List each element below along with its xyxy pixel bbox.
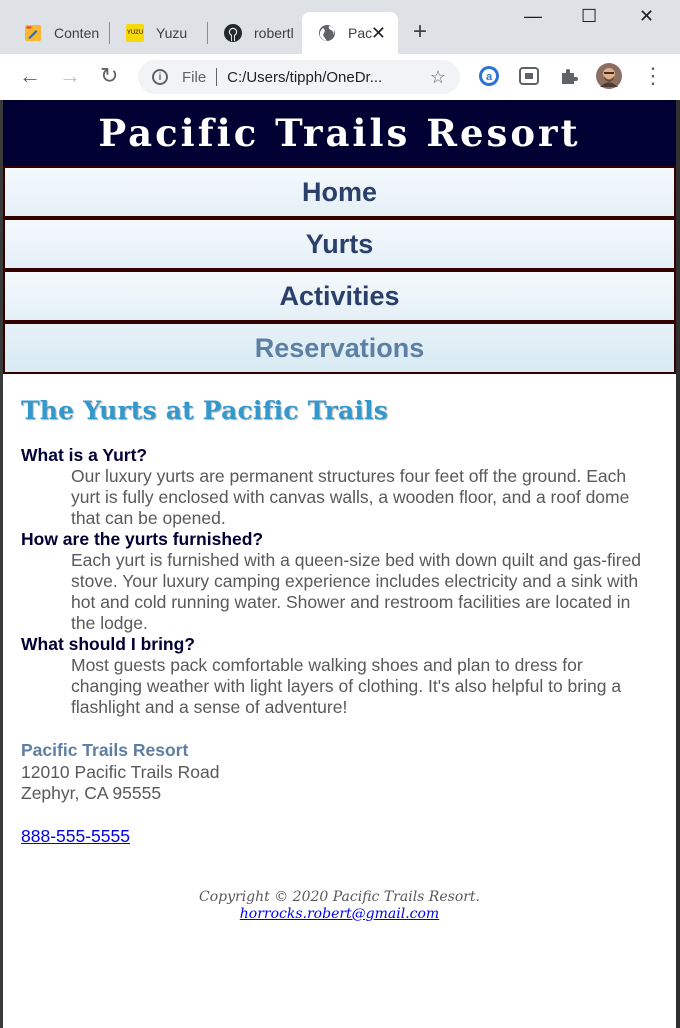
info-icon[interactable]: i — [152, 69, 168, 85]
profile-avatar[interactable] — [596, 63, 622, 89]
tab-content[interactable]: Conten — [8, 12, 110, 54]
faq-question: What is a Yurt? — [21, 445, 148, 465]
faq-question: What should I bring? — [21, 634, 196, 654]
forward-arrow-icon[interactable]: → — [59, 62, 81, 90]
copyright-text: Copyright © 2020 Pacific Trails Resort. — [198, 888, 481, 905]
site-banner: Pacific Trails Resort — [3, 100, 676, 166]
new-tab-button[interactable]: + — [413, 18, 427, 46]
address-divider — [216, 68, 218, 86]
faq-answer: Our luxury yurts are permanent structure… — [71, 466, 630, 528]
browser-toolbar: ← → ↻ i File C:/Users/tipph/OneDr... ☆ a… — [0, 54, 680, 100]
extensions-puzzle-icon[interactable] — [557, 64, 581, 88]
page-heading: The Yurts at Pacific Trails — [21, 396, 389, 425]
close-tab-icon[interactable]: ✕ — [371, 23, 386, 44]
bookmark-star-icon[interactable]: ☆ — [430, 67, 446, 88]
tab-yuzu[interactable]: YUZU Yuzu — [110, 12, 208, 54]
contact-city: Zephyr, CA 95555 — [21, 783, 162, 803]
browser-menu-icon[interactable]: ⋮ — [642, 62, 664, 90]
tab-label: robertl — [254, 25, 294, 41]
contact-street: 12010 Pacific Trails Road — [21, 761, 220, 782]
back-arrow-icon[interactable]: ← — [19, 62, 41, 90]
maximize-icon[interactable]: ☐ — [581, 6, 597, 27]
tab-label: Conten — [54, 25, 100, 41]
github-icon — [224, 24, 242, 42]
url-text[interactable]: C:/Users/tipph/OneDr... — [227, 69, 417, 86]
minimize-icon[interactable]: — — [524, 6, 542, 27]
yuzu-icon-text: YUZU — [126, 30, 144, 36]
nav-link-activities[interactable]: Activities — [5, 272, 674, 320]
faq-question: How are the yurts furnished? — [21, 529, 264, 549]
web-page: Pacific Trails Resort Home Yurts Activit… — [3, 100, 676, 1028]
close-window-icon[interactable]: ✕ — [639, 6, 654, 27]
tab-github[interactable]: robertl — [208, 12, 302, 54]
pencil-icon — [24, 24, 42, 42]
contact-name: Pacific Trails Resort — [21, 740, 189, 760]
address-bar[interactable]: i File C:/Users/tipph/OneDr... ☆ — [138, 60, 460, 94]
contact-block: Pacific Trails Resort 12010 Pacific Trai… — [21, 740, 658, 805]
phone-link[interactable]: 888-555-5555 — [21, 826, 130, 847]
browser-chrome: Conten YUZU Yuzu robertl Pac ✕ + — ☐ ✕ ←… — [0, 0, 680, 100]
svg-text:a: a — [486, 71, 493, 83]
nav-link-home[interactable]: Home — [5, 168, 674, 216]
site-footer: Copyright © 2020 Pacific Trails Resort. … — [21, 889, 658, 923]
reload-icon[interactable]: ↻ — [100, 62, 118, 90]
site-nav: Home Yurts Activities Reservations — [3, 166, 676, 374]
cast-icon[interactable] — [517, 64, 541, 88]
faq-answer: Most guests pack comfortable walking sho… — [71, 655, 622, 717]
main-content: The Yurts at Pacific Trails What is a Yu… — [3, 396, 676, 923]
window-edge — [676, 100, 680, 1028]
scheme-label: File — [182, 68, 207, 86]
amazon-assistant-icon[interactable]: a — [477, 64, 501, 88]
tab-label: Pac — [348, 25, 373, 41]
tab-label: Yuzu — [156, 25, 188, 41]
tab-pacific-trails[interactable]: Pac ✕ — [302, 12, 398, 54]
email-link[interactable]: horrocks.robert@gmail.com — [240, 906, 439, 922]
tab-strip: Conten YUZU Yuzu robertl Pac ✕ + — ☐ ✕ — [0, 0, 680, 54]
globe-icon — [318, 24, 336, 42]
yuzu-icon: YUZU — [126, 24, 144, 42]
faq-list: What is a Yurt? Our luxury yurts are per… — [21, 445, 658, 718]
nav-link-yurts[interactable]: Yurts — [5, 220, 674, 268]
faq-answer: Each yurt is furnished with a queen-size… — [71, 550, 642, 633]
nav-link-reservations[interactable]: Reservations — [5, 324, 674, 372]
